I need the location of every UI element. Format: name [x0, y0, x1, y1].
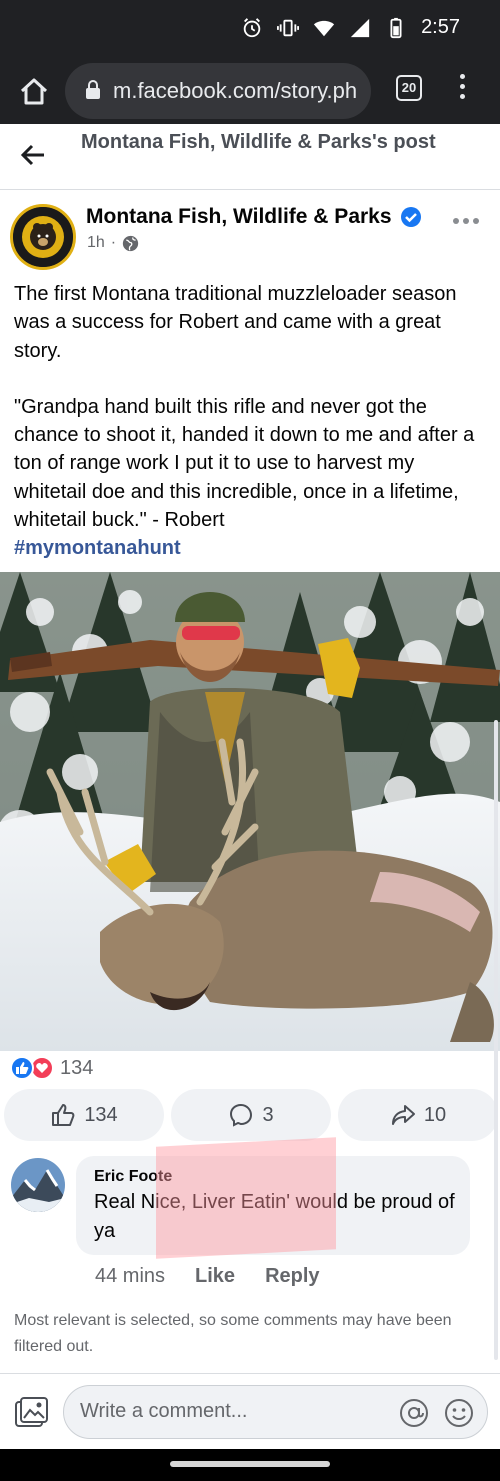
mention-icon[interactable]: [399, 1398, 429, 1428]
post-photo[interactable]: [0, 572, 500, 1051]
address-bar[interactable]: m.facebook.com/story.ph: [65, 63, 371, 119]
signal-icon: [350, 18, 370, 37]
page-header: Montana Fish, Wildlife & Parks's post: [0, 124, 500, 190]
post-author[interactable]: Montana Fish, Wildlife & Parks: [86, 205, 422, 229]
share-count: 10: [423, 1103, 447, 1126]
status-icons: 2:57: [241, 16, 460, 39]
post-body: The first Montana traditional muzzleload…: [14, 280, 486, 563]
fwp-logo: [13, 207, 73, 267]
comment-filter-note: Most relevant is selected, so some comme…: [14, 1312, 452, 1352]
comment-input[interactable]: Write a comment...: [63, 1385, 488, 1439]
verified-badge-icon: [400, 207, 421, 227]
post-paragraph-2: "Grandpa hand built this rifle and never…: [14, 395, 475, 532]
commenter-avatar[interactable]: [11, 1158, 65, 1212]
like-reaction-icon: [10, 1056, 34, 1080]
wifi-icon: [313, 20, 335, 36]
back-arrow-icon[interactable]: [20, 142, 46, 168]
home-gesture-bar[interactable]: [170, 1461, 330, 1467]
browser-toolbar: m.facebook.com/story.ph 20: [0, 58, 500, 124]
alarm-icon: [243, 17, 261, 37]
comment-composer: Write a comment...: [0, 1373, 500, 1449]
like-button[interactable]: 134: [4, 1089, 164, 1141]
tab-switcher-button[interactable]: 20: [396, 75, 422, 101]
post-paragraph-1: The first Montana traditional muzzleload…: [14, 283, 457, 362]
status-time: 2:57: [421, 16, 460, 38]
comment-button[interactable]: 3: [171, 1089, 331, 1141]
comment-time[interactable]: 44 mins: [95, 1265, 165, 1288]
comment-reply-button[interactable]: Reply: [265, 1265, 319, 1288]
browser-menu-icon[interactable]: [455, 74, 469, 104]
lock-icon: [86, 80, 100, 99]
more-options-icon[interactable]: [453, 218, 479, 224]
comment-icon: [230, 1103, 253, 1127]
share-icon: [391, 1105, 415, 1125]
hunter-with-buck-photo: [0, 572, 500, 1051]
photo-attach-icon[interactable]: [14, 1396, 50, 1430]
comment-text: Real Nice, Liver Eatin' would be proud o…: [94, 1191, 455, 1242]
status-bar: 2:57: [0, 0, 500, 58]
post-meta: 1h ·: [87, 234, 139, 252]
post-author-name[interactable]: Montana Fish, Wildlife & Parks: [86, 205, 392, 229]
post-time[interactable]: 1h: [87, 234, 105, 252]
page-avatar[interactable]: [10, 204, 76, 270]
thumbs-up-icon: [52, 1104, 75, 1126]
comment-actions: 44 mins Like Reply: [95, 1265, 320, 1288]
mountain-avatar-image: [11, 1158, 65, 1212]
comment-input-placeholder: Write a comment...: [80, 1400, 248, 1422]
commenter-name[interactable]: Eric Foote: [94, 1168, 172, 1186]
meta-separator: ·: [110, 234, 117, 251]
comment-bubble[interactable]: Eric Foote Real Nice, Liver Eatin' would…: [76, 1156, 470, 1255]
emoji-icon[interactable]: [444, 1398, 474, 1428]
comment-like-button[interactable]: Like: [195, 1265, 235, 1288]
comment-count: 3: [262, 1103, 274, 1126]
system-nav-bar: [0, 1449, 500, 1481]
share-button[interactable]: 10: [338, 1089, 498, 1141]
scrollbar[interactable]: [494, 720, 498, 1360]
reactions-summary[interactable]: 134: [10, 1056, 93, 1080]
vibrate-icon: [277, 19, 300, 36]
hashtag-link[interactable]: #mymontanahunt: [14, 534, 486, 562]
reaction-count: 134: [60, 1056, 94, 1079]
like-count: 134: [84, 1103, 118, 1126]
home-icon[interactable]: [18, 76, 50, 108]
globe-icon: [122, 235, 139, 251]
battery-icon: [390, 17, 402, 38]
page-title: Montana Fish, Wildlife & Parks's post: [81, 131, 436, 153]
url-text: m.facebook.com/story.ph: [113, 78, 358, 103]
